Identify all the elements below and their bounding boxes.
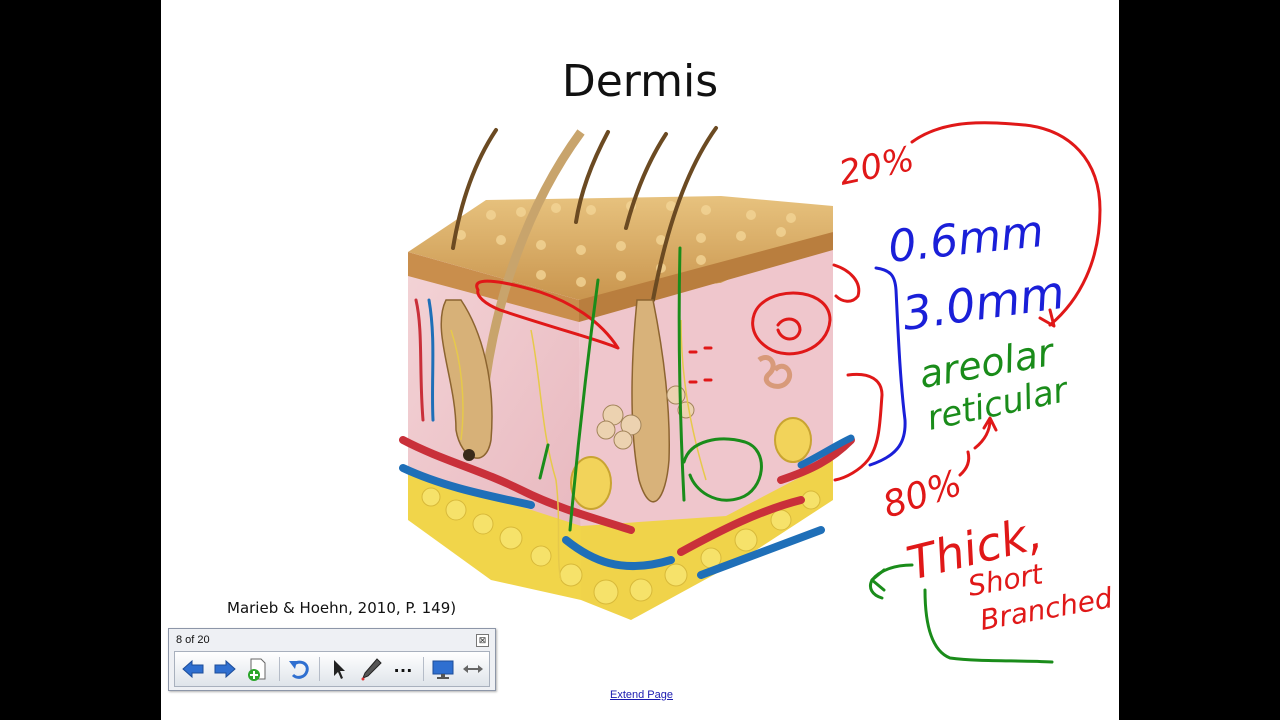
select-pointer-icon[interactable] <box>325 655 353 683</box>
move-toolbar-icon[interactable] <box>459 655 487 683</box>
undo-icon[interactable] <box>285 655 313 683</box>
more-icon[interactable]: … <box>389 655 417 683</box>
extend-page-link[interactable]: Extend Page <box>610 689 673 701</box>
screen-display-icon[interactable] <box>429 655 457 683</box>
image-citation: Marieb & Hoehn, 2010, P. 149) <box>227 599 457 617</box>
toolbar-button-row: … <box>174 651 490 687</box>
toolbar-separator <box>423 657 424 681</box>
add-page-icon[interactable] <box>243 655 271 683</box>
pen-icon[interactable] <box>357 655 385 683</box>
floating-toolbar: 8 of 20 ⊠ … <box>168 628 496 691</box>
page-indicator: 8 of 20 <box>176 634 210 646</box>
back-arrow-icon[interactable] <box>179 655 207 683</box>
toolbar-separator <box>319 657 320 681</box>
toolbar-separator <box>279 657 280 681</box>
forward-arrow-icon[interactable] <box>211 655 239 683</box>
close-toolbar-button[interactable]: ⊠ <box>476 634 489 647</box>
slide-canvas: Dermis Marieb & Hoehn, 2010, P. 149) Ext… <box>161 0 1119 720</box>
